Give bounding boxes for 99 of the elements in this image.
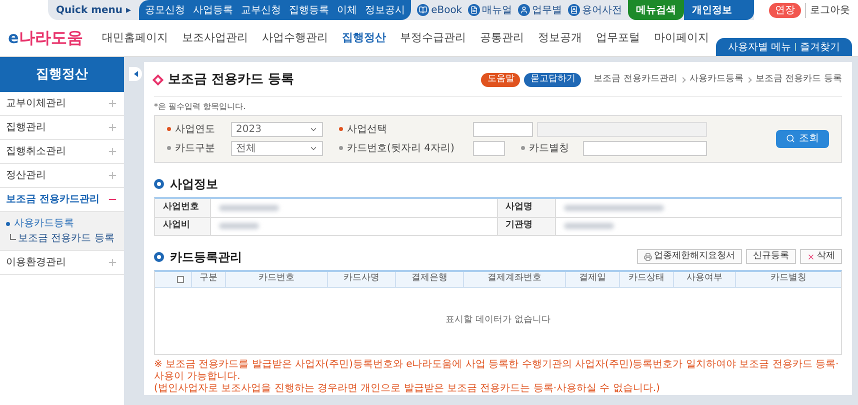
- page-title: 보조금 전용카드 등록: [168, 71, 294, 89]
- search-icon: [786, 134, 795, 143]
- bullet-icon: [154, 178, 164, 188]
- nav-item[interactable]: 집행정산: [342, 30, 386, 46]
- expand-icon: [107, 146, 118, 157]
- logout-link[interactable]: 로그아웃: [805, 2, 850, 18]
- table-label-cell: 사업비: [155, 218, 210, 234]
- breadcrumb-separator-icon: [680, 76, 686, 83]
- input-field[interactable]: [473, 140, 505, 156]
- logo[interactable]: e나라도움: [8, 26, 86, 50]
- tool-icon: [518, 4, 530, 16]
- quick-link[interactable]: 교부신청: [241, 2, 282, 18]
- nav-item[interactable]: 마이페이지: [654, 30, 709, 46]
- personal-info-button[interactable]: 개인정보: [684, 0, 754, 20]
- section-title: 카드등록관리: [170, 248, 242, 266]
- column-header: 결제은행: [395, 272, 463, 286]
- search-button[interactable]: 조회: [776, 130, 829, 148]
- toolbar-button[interactable]: 신규등록: [746, 249, 796, 264]
- column-header: 결제일: [565, 272, 619, 286]
- nav-item[interactable]: 정보공개: [538, 30, 582, 46]
- field-label: 사업선택: [347, 122, 387, 136]
- column-header: 카드상태: [619, 272, 673, 286]
- sidebar-item[interactable]: 정산관리: [0, 164, 124, 188]
- submenu-item[interactable]: 사용카드등록: [14, 216, 74, 231]
- table-label-cell: 기관명: [496, 218, 554, 234]
- redacted-value: [219, 223, 259, 229]
- quick-link[interactable]: 공모신청: [145, 2, 186, 18]
- toolbar-button[interactable]: 업종제한해지요청서: [637, 249, 742, 264]
- tool-link[interactable]: 매뉴얼: [468, 2, 512, 18]
- table-label-cell: 사업명: [496, 198, 554, 216]
- bullet-icon: [154, 252, 164, 262]
- breadcrumb-separator-icon: [746, 76, 752, 83]
- quick-link[interactable]: 사업등록: [193, 2, 234, 18]
- section-title: 사업정보: [170, 176, 218, 192]
- redacted-value: [219, 204, 279, 210]
- nav-item[interactable]: 부정수급관리: [400, 30, 466, 46]
- tool-icon: [468, 4, 480, 16]
- expand-icon: [107, 170, 118, 181]
- column-header: 카드별칭: [735, 272, 841, 286]
- quick-link[interactable]: 집행등록: [289, 2, 330, 18]
- nav-item[interactable]: 공통관리: [480, 30, 524, 46]
- table-label-cell: 사업번호: [155, 198, 210, 216]
- quick-menu-button[interactable]: Quick menu ▸: [48, 0, 140, 20]
- tool-link[interactable]: 업무별: [518, 2, 562, 18]
- breadcrumb-item[interactable]: 사용카드등록: [689, 73, 744, 86]
- field-label: 사업연도: [175, 122, 215, 136]
- sidebar-title: 집행정산: [0, 57, 124, 92]
- close-icon: [807, 252, 815, 260]
- required-note: *은 필수입력 항목입니다.: [154, 100, 247, 112]
- tool-icon: [417, 4, 430, 16]
- title-icon: [152, 74, 164, 86]
- column-header: 사용여부: [673, 272, 735, 286]
- expand-icon: [107, 257, 118, 268]
- input-field[interactable]: [583, 140, 707, 156]
- tree-branch-icon: [10, 234, 16, 240]
- extend-button[interactable]: 연장: [769, 2, 801, 18]
- column-header: 결제계좌번호: [463, 272, 565, 286]
- field-label: 카드구분: [175, 142, 215, 156]
- submenu-item[interactable]: 보조금 전용카드 등록: [18, 231, 114, 246]
- note-text: (법인사업자로 보조사업을 진행하는 경우라면 개인으로 발급받은 보조금 전용카드는 등록·사용하실 수 없습니다.): [154, 383, 661, 395]
- left-arrow-icon: [134, 71, 138, 77]
- quick-link[interactable]: 정보공시: [365, 2, 406, 18]
- column-header: 카드번호: [225, 272, 327, 286]
- empty-message: 표시할 데이터가 없습니다: [446, 314, 550, 327]
- expand-icon: [107, 122, 118, 133]
- redacted-value: [564, 223, 614, 229]
- menu-search-button[interactable]: 메뉴검색: [628, 0, 684, 20]
- breadcrumb-item[interactable]: 보조금 전용카드 등록: [755, 73, 842, 86]
- select-field[interactable]: 2023: [231, 122, 323, 136]
- printer-icon: [644, 252, 652, 260]
- breadcrumb-item[interactable]: 보조금 전용카드관리: [593, 73, 678, 86]
- expand-icon: [107, 98, 118, 109]
- sidebar-item[interactable]: 집행취소관리: [0, 140, 124, 164]
- sidebar-item[interactable]: 교부이체관리: [0, 92, 124, 116]
- bullet-icon: [6, 222, 10, 226]
- select-field[interactable]: 전체: [231, 140, 323, 156]
- nav-item[interactable]: 사업수행관리: [262, 30, 328, 46]
- input-field[interactable]: [537, 122, 707, 136]
- field-label: 카드별칭: [529, 142, 569, 156]
- nav-item[interactable]: 보조사업관리: [182, 30, 248, 46]
- tool-icon: [568, 4, 580, 16]
- collapse-sidebar-button[interactable]: [129, 67, 142, 81]
- checkbox[interactable]: [176, 276, 184, 282]
- note-text: ※ 보조금 전용카드를 발급받은 사업자(주민)등록번호와 e나라도움에 사업 등록한 수행기관의 사업자(주민)등록번호가 일치하여야 보조금 전용카드 등록·사용이 가능합니다.: [154, 359, 840, 383]
- input-field[interactable]: [473, 122, 533, 136]
- tool-link[interactable]: 용어사전: [568, 2, 622, 18]
- tool-link[interactable]: eBook: [417, 2, 462, 18]
- user-menu-tab[interactable]: 사용자별 메뉴 즐겨찾기: [716, 38, 852, 56]
- help-button[interactable]: 묻고답하기: [524, 73, 582, 86]
- column-header: 구분: [191, 272, 225, 286]
- nav-item[interactable]: 업무포털: [596, 30, 640, 46]
- nav-item[interactable]: 대민홈페이지: [102, 30, 168, 46]
- column-header: 카드사명: [327, 272, 395, 286]
- field-label: 카드번호(뒷자리 4자리): [347, 142, 454, 156]
- help-button[interactable]: 도움말: [481, 73, 520, 86]
- quick-link[interactable]: 이체: [337, 2, 358, 18]
- sidebar-item[interactable]: 이용환경관리: [0, 251, 124, 275]
- toolbar-button[interactable]: 삭제: [800, 249, 842, 264]
- sidebar-item[interactable]: 집행관리: [0, 116, 124, 140]
